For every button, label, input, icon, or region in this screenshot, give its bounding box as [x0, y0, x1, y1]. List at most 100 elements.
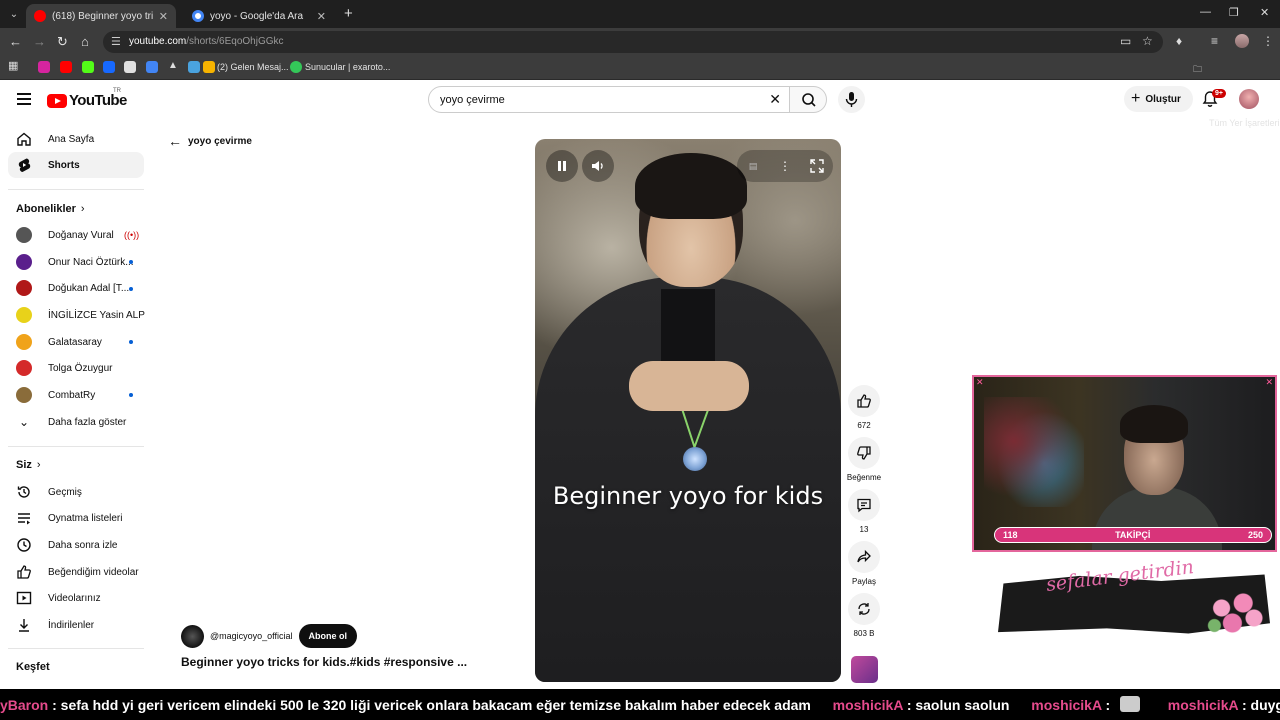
browser-menu-icon[interactable]: ⋮: [1262, 34, 1274, 48]
sidebar-item-downloads[interactable]: İndirilenler: [8, 612, 144, 638]
channel-avatar[interactable]: [181, 624, 204, 648]
extensions-icon[interactable]: ♦: [1176, 34, 1182, 48]
instagram-icon[interactable]: [38, 61, 50, 73]
steam-icon[interactable]: [188, 61, 200, 73]
sidebar-sub-tolga[interactable]: Tolga Özuygur: [8, 355, 144, 381]
person-icon[interactable]: ▲: [168, 60, 180, 72]
youtube-bookmark-icon[interactable]: [60, 61, 72, 73]
minimize-button[interactable]: —: [1200, 6, 1211, 18]
tab-search-button[interactable]: ⌄: [4, 4, 24, 24]
video-title[interactable]: Beginner yoyo tricks for kids.#kids #res…: [181, 655, 467, 669]
like-count: 672: [857, 421, 871, 430]
dislike-button[interactable]: [848, 437, 880, 469]
back-to-search-button[interactable]: ← yoyo çevirme: [168, 133, 252, 149]
channel-avatar: [16, 360, 32, 376]
channel-avatar: [16, 387, 32, 403]
generic-bookmark-icon[interactable]: [124, 61, 136, 73]
account-avatar[interactable]: [1239, 89, 1259, 109]
sidebar-item-home[interactable]: Ana Sayfa: [8, 126, 144, 152]
search-query: yoyo çevirme: [440, 94, 505, 106]
arrow-left-icon: ←: [168, 133, 182, 149]
subscriptions-header[interactable]: Abonelikler ›: [16, 203, 85, 215]
playlist-icon: [16, 510, 32, 526]
sidebar-sub-ingilizce[interactable]: İNGİLİZCE Yasin ALP: [8, 302, 145, 328]
comments-button[interactable]: [848, 489, 880, 521]
sidebar-item-your-videos[interactable]: Videolarınız: [8, 585, 144, 611]
messages-icon[interactable]: [203, 61, 215, 73]
menu-hamburger-icon[interactable]: [17, 93, 31, 108]
close-tab-icon[interactable]: ✕: [317, 10, 326, 23]
search-input[interactable]: yoyo çevirme ✕: [428, 86, 790, 113]
clear-search-icon[interactable]: ✕: [769, 91, 781, 108]
bookmark-star-icon[interactable]: ☆: [1142, 34, 1153, 48]
subscribe-button[interactable]: Abone ol: [298, 624, 358, 648]
follower-goal-bar: 118 TAKİPÇİ 250: [994, 527, 1272, 543]
chat-ticker: yBaron : sefa hdd yi geri vericem elinde…: [0, 689, 1280, 720]
sidebar-item-liked[interactable]: Beğendiğim videolar: [8, 559, 144, 585]
streamer-hair: [1120, 405, 1188, 443]
dislike-icon: [857, 446, 871, 460]
sidebar-sub-onur[interactable]: Onur Naci Öztürk...: [8, 249, 144, 275]
close-tab-icon[interactable]: ✕: [159, 10, 168, 23]
sidebar-sub-dogukan[interactable]: Doğukan Adal [T...: [8, 275, 144, 301]
shorts-icon: [16, 157, 32, 173]
bookmark-messages[interactable]: (2) Gelen Mesaj...: [217, 62, 289, 72]
apps-grid-icon[interactable]: ▦: [8, 59, 20, 72]
video-person-hair: [635, 153, 747, 219]
servers-icon[interactable]: [290, 61, 302, 73]
tab-youtube[interactable]: (618) Beginner yoyo tricks for kids ✕: [26, 4, 176, 28]
sidebar-item-shorts[interactable]: Shorts: [8, 152, 144, 178]
more-options-icon[interactable]: ⋮: [769, 150, 801, 182]
url-field[interactable]: ☰ youtube.com/shorts/6EqoOhjGGkc: [103, 31, 1163, 53]
site-info-icon[interactable]: ☰: [111, 35, 121, 48]
sidebar-item-history[interactable]: Geçmiş: [8, 479, 144, 505]
remix-button[interactable]: [848, 593, 880, 625]
kick-icon[interactable]: [82, 61, 94, 73]
home-icon[interactable]: ⌂: [81, 34, 89, 49]
all-bookmarks[interactable]: Tüm Yer İşaretleri: [1209, 118, 1280, 128]
sound-thumbnail[interactable]: [851, 656, 878, 683]
restore-button[interactable]: ❐: [1229, 6, 1239, 19]
shorts-video-player[interactable]: Beginner yoyo for kids ▤ ⋮: [535, 139, 841, 682]
follower-goal: 250: [1247, 530, 1263, 540]
share-icon: [857, 549, 871, 563]
back-icon[interactable]: ←: [9, 34, 22, 49]
you-header[interactable]: Siz ›: [16, 459, 41, 471]
tab-google[interactable]: yoyo - Google'da Ara ✕: [184, 4, 334, 28]
voice-search-button[interactable]: [838, 86, 865, 113]
sidebar-sub-galatasaray[interactable]: Galatasaray: [8, 329, 144, 355]
media-controls-icon[interactable]: ≡: [1211, 34, 1218, 48]
dislike-label: Beğenme: [846, 473, 882, 482]
volume-button[interactable]: [582, 150, 614, 182]
youtube-logo[interactable]: YouTube TR: [47, 88, 127, 109]
search-icon: [802, 93, 816, 107]
channel-name[interactable]: @magicyoyo_official: [210, 631, 293, 641]
new-tab-button[interactable]: +: [344, 5, 353, 22]
browser-profile-avatar[interactable]: [1235, 34, 1249, 48]
cast-icon[interactable]: ▭: [1120, 34, 1131, 48]
captions-icon[interactable]: ▤: [737, 150, 769, 182]
create-button[interactable]: + Oluştur: [1124, 86, 1193, 112]
chat-user: moshicikA: [832, 697, 903, 713]
sidebar-item-playlists[interactable]: Oynatma listeleri: [8, 505, 144, 531]
close-window-button[interactable]: ✕: [1260, 6, 1269, 19]
pause-button[interactable]: [546, 150, 578, 182]
notification-badge: 9+: [1212, 89, 1226, 98]
sidebar-sub-combatry[interactable]: CombatRy: [8, 382, 144, 408]
chat-message: :: [1105, 697, 1111, 713]
like-icon: [857, 394, 871, 408]
share-button[interactable]: [848, 541, 880, 573]
new-content-dot: [129, 287, 133, 291]
microphone-icon: [845, 92, 858, 107]
search-button[interactable]: [789, 86, 827, 113]
sidebar-show-more[interactable]: ⌄ Daha fazla göster: [8, 409, 144, 435]
translate-icon[interactable]: [146, 61, 158, 73]
home-icon: [16, 131, 32, 147]
like-button[interactable]: [848, 385, 880, 417]
bookmark-servers[interactable]: Sunucular | exaroto...: [305, 62, 390, 72]
fullscreen-icon[interactable]: [801, 150, 833, 182]
behance-icon[interactable]: [103, 61, 115, 73]
reload-icon[interactable]: ↻: [57, 34, 68, 50]
forward-icon[interactable]: →: [33, 34, 46, 49]
sidebar-item-watch-later[interactable]: Daha sonra izle: [8, 532, 144, 558]
